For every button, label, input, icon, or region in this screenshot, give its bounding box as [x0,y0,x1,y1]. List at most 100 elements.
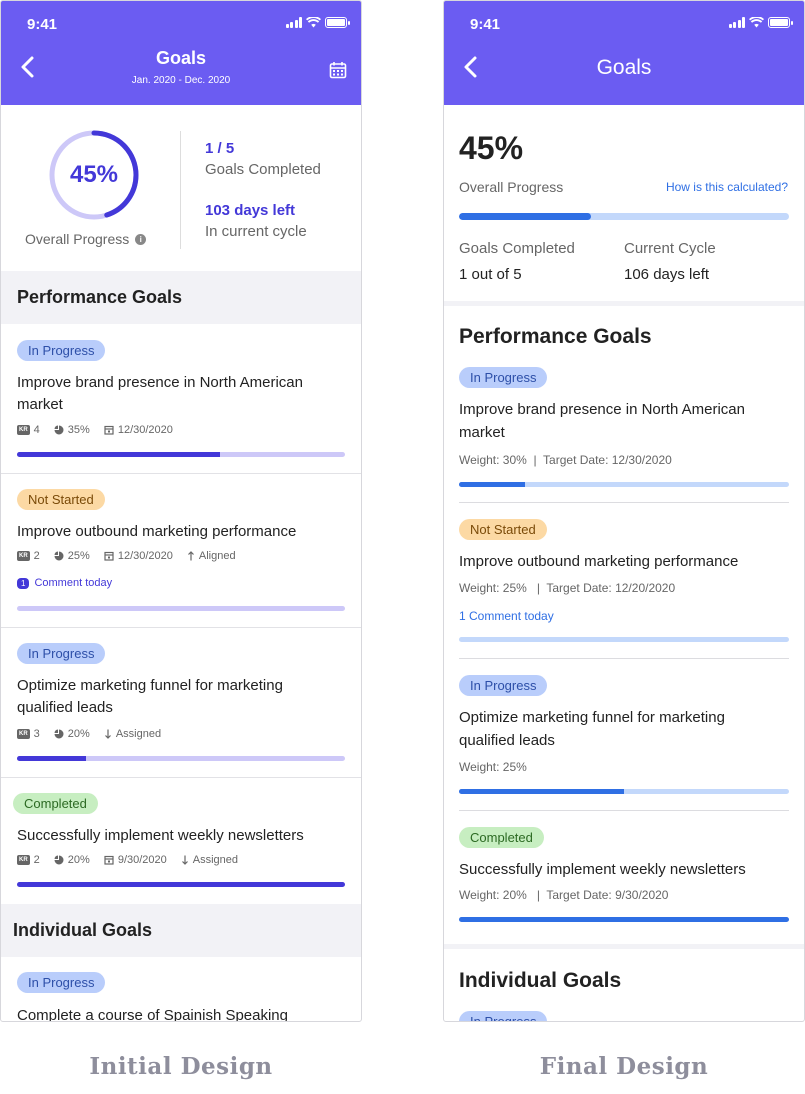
goals-completed-value: 1 out of 5 [459,266,522,283]
goal-card[interactable]: Completed Successfully implement weekly … [459,811,789,941]
wifi-icon [749,17,764,28]
final-design-screen: 9:41 Goals 45% Overall Progress How is t… [443,0,805,1022]
cycle-label: In current cycle [205,223,307,240]
goal-meta: Weight: 30% | Target Date: 12/30/2020 [459,453,672,467]
kr-count: 3 [33,728,40,740]
kr-count: 4 [33,424,40,436]
info-icon[interactable]: i [135,233,147,245]
goal-progress-bar [459,637,789,642]
goal-progress-fill [17,882,345,887]
goal-progress-fill [17,756,86,761]
goal-meta: Weight: 25% [459,760,527,774]
section-divider [444,301,804,306]
overall-progress-fill [459,213,591,220]
goal-progress-bar [17,606,345,611]
pie-icon [54,551,64,561]
goal-assignment: Assigned [115,728,162,740]
pie-icon [54,425,64,435]
header: 9:41 Goals [444,1,804,105]
comment-indicator[interactable]: 1 Comment today [459,609,554,623]
goal-title: Improve brand presence in North American… [459,401,745,441]
final-design-caption: Final Design [539,1053,709,1080]
comment-indicator[interactable]: 1 Comment today [17,577,112,589]
overall-percent: 45% [69,161,119,188]
overview-card: 45% Overall Progress How is this calcula… [444,105,804,301]
how-calculated-link[interactable]: How is this calculated? [666,180,788,194]
signal-icon [728,17,745,28]
aligned-icon [187,551,194,561]
goal-meta: KR 4 35% 12/30/2020 [17,424,173,436]
date-range: Jan. 2020 - Dec. 2020 [131,75,231,86]
kr-count: 2 [33,854,40,866]
initial-design-caption: Initial Design [89,1053,273,1080]
section-header-individual: Individual Goals [1,904,361,957]
status-badge: In Progress [459,367,548,388]
comment-text: Comment today [34,577,113,589]
goal-card[interactable]: In Progress Improve brand presence in No… [1,324,361,474]
cycle-value: 106 days left [624,266,710,283]
header: 9:41 Goals Jan. 2020 - Dec. 2020 [1,1,361,105]
goal-title: Complete a course of Spainish Speaking [17,1007,288,1022]
goal-card[interactable]: In Progress Complete a course of Spainis… [1,957,361,1022]
goal-title: Improve outbound marketing performance [459,553,739,570]
pie-icon [54,855,64,865]
assigned-icon [104,729,111,739]
section-title: Performance Goals [17,287,183,307]
status-badge: Not Started [459,519,547,540]
page-title: Goals [596,56,652,79]
kr-icon: KR [17,551,30,561]
section-title: Individual Goals [13,920,153,940]
status-badge: In Progress [459,1011,548,1021]
goal-progress-fill [17,452,221,457]
overview-divider [180,131,181,249]
assigned-icon [181,855,188,865]
overall-progress-label: Overall Progress [25,231,130,247]
goal-assignment: Assigned [192,854,239,866]
goal-title: Improve outbound marketing performance [17,523,297,540]
goals-completed-label: Goals Completed [459,240,575,257]
wifi-icon [306,17,321,28]
calendar-icon[interactable] [329,61,347,79]
battery-icon [768,17,793,28]
status-badge: In Progress [17,643,106,664]
overall-progress-label: Overall Progress [459,179,564,195]
goal-weight: 35% [67,424,90,436]
section-title: Individual Goals [459,969,622,992]
goal-progress-bar [459,789,789,794]
page-title: Goals [155,48,207,68]
goal-card[interactable]: Not Started Improve outbound marketing p… [1,474,361,628]
pie-icon [54,729,64,739]
goal-date: 12/30/2020 [117,550,173,562]
battery-icon [325,17,350,28]
status-badge: Not Started [17,489,105,510]
goal-weight: 20% [67,854,90,866]
kr-icon: KR [17,729,30,739]
section-divider [444,944,804,949]
status-icons [728,17,793,28]
initial-design-screen: 9:41 Goals Jan. 2020 - Dec. 2020 45% Ove… [0,0,362,1022]
goal-card[interactable]: Completed Successfully implement weekly … [1,778,361,904]
section-header-performance: Performance Goals [1,271,361,324]
comment-count-badge: 1 [17,577,30,589]
goal-meta: KR 2 20% 9/30/2020 Assigned [17,854,238,866]
goal-title: Improve brand presence in North American… [17,374,303,413]
goal-title: Successfully implement weekly newsletter… [459,861,746,878]
goals-fraction: 1 / 5 [205,140,235,157]
cycle-label: Current Cycle [624,240,716,257]
overview-card: 45% Overall Progress i 1 / 5 Goals Compl… [1,105,361,271]
goal-meta: Weight: 20% | Target Date: 9/30/2020 [459,888,669,902]
goal-weight: 20% [67,728,90,740]
kr-icon: KR [17,425,30,435]
days-left: 103 days left [205,202,296,219]
kr-count: 2 [33,550,40,562]
goal-card[interactable]: In Progress Optimize marketing funnel fo… [459,659,789,811]
goal-card[interactable]: In Progress Improve brand presence in No… [459,361,789,503]
goal-alignment: Aligned [198,550,236,562]
date-icon [104,425,114,435]
goal-card[interactable]: In Progress Optimize marketing funnel fo… [1,628,361,778]
goal-progress-bar [459,917,789,922]
goal-card[interactable]: Not Started Improve outbound marketing p… [459,503,789,659]
goal-progress-bar [17,756,345,761]
status-time: 9:41 [27,16,58,33]
goal-weight: 25% [67,550,90,562]
